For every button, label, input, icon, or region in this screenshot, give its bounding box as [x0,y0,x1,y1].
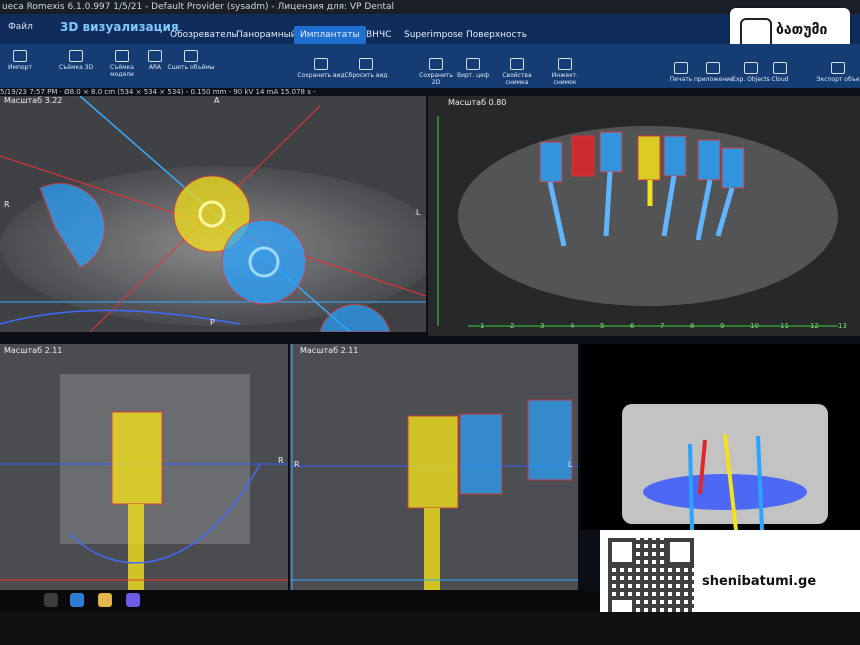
tab-superimpose[interactable]: Superimpose [398,26,469,44]
task-view-icon[interactable] [44,593,58,607]
cross1-scale-label: Масштаб 2.11 [4,346,63,355]
ruler-tick: 1 [480,322,485,330]
ruler-tick: 9 [720,322,725,330]
ruler-tick: 5 [600,322,605,330]
axial-scale-label: Масштаб 3.22 [4,96,63,105]
ruler-tick: 7 [660,322,665,330]
axial-marker-r: R [4,200,10,209]
brand-name: ბათუმი [776,22,828,38]
stitch-icon [184,50,198,62]
application-button[interactable]: приложение [694,62,734,83]
app-icon[interactable] [70,593,84,607]
panoramic-scale-label: Масштаб 0.80 [448,98,507,107]
ruler-tick: 3 [540,322,545,330]
export-objects-icon [744,62,758,74]
application-icon [706,62,720,74]
axial-view[interactable]: Масштаб 3.22 A R L P [0,96,426,332]
folder-icon[interactable] [98,593,112,607]
tab-implants[interactable]: Имплантаты [294,26,366,44]
panoramic-view[interactable]: Масштаб 0.80 1 2 3 4 5 6 7 8 9 10 11 12 … [428,96,860,336]
scan-info: 5/19/23 7:57 PM · Ø8.0 × 8.0 cm (534 × 5… [0,88,860,96]
image-properties-button[interactable]: Свойства снимка [490,58,544,86]
camera-icon [69,50,83,62]
cross-section-2-image [290,344,578,590]
print-button[interactable]: Печать [666,62,696,83]
3d-image [580,344,860,530]
qr-finder [666,538,694,566]
qr-finder [608,538,636,566]
capture-model-button[interactable]: Съёмка модели [100,50,144,78]
ruler-tick: 13 [838,322,847,330]
ruler-tick: 10 [750,322,759,330]
tab-panoramic[interactable]: Панорамный [230,26,303,44]
reset-view-button[interactable]: Сбросить вид [344,58,388,79]
tab-surface[interactable]: Поверхность [460,26,533,44]
axial-marker-a: A [214,96,220,105]
capture-3d-button[interactable]: Съёмка 3D [54,50,98,71]
taskbar [0,590,600,612]
tab-tmj[interactable]: ВНЧС [360,26,397,44]
save-view-icon [314,58,328,70]
toolbar: Импорт Съёмка 3D Съёмка модели ARA Сшить… [0,44,860,88]
file-menu[interactable]: Файл [8,22,33,32]
export-icon [831,62,845,74]
save-2d-icon [429,58,443,70]
romexis-icon[interactable] [126,593,140,607]
stitch-volumes-button[interactable]: Сшить объёмы [166,50,216,71]
printer-icon [674,62,688,74]
ceph-icon [466,58,480,70]
ruler-tick: 11 [780,322,789,330]
site-url: shenibatumi.ge [702,574,817,589]
cloud-button[interactable]: Cloud [768,62,792,83]
3d-view[interactable] [580,344,860,530]
properties-icon [510,58,524,70]
cross-section-1-image [0,344,288,590]
import-button[interactable]: Импорт [2,50,38,71]
ruler-tick: 12 [810,322,819,330]
ara-button[interactable]: ARA [145,50,165,71]
ruler-tick: 6 [630,322,635,330]
ruler-tick: 4 [570,322,575,330]
virtual-ceph-button[interactable]: Вирт. цеф [456,58,490,79]
panoramic-image [428,96,860,336]
model-icon [115,50,129,62]
monitor-bezel [0,612,860,645]
cross1-marker-r: R [278,456,284,465]
cross2-marker-l: L [568,460,573,469]
save-2d-button[interactable]: Сохранить 2D [414,58,458,86]
axial-marker-l: L [416,208,421,217]
export-objects-button[interactable]: Exp. Objects [732,62,770,83]
cross2-scale-label: Масштаб 2.11 [300,346,359,355]
cloud-icon [773,62,787,74]
save-view-button[interactable]: Сохранить вид [296,58,346,79]
cross2-marker-r: R [294,460,300,469]
inject-image-button[interactable]: Инжект. снимок [542,58,588,86]
ruler-tick: 2 [510,322,515,330]
mode-selector[interactable]: 3D визуализация [60,20,179,34]
ara-icon [148,50,162,62]
cross-section-view-2[interactable]: Масштаб 2.11 R L [290,344,578,590]
ruler-tick: 8 [690,322,695,330]
inject-icon [558,58,572,70]
axial-image [0,96,426,332]
cross-section-view-1[interactable]: Масштаб 2.11 R [0,344,288,590]
axial-marker-p: P [210,318,215,327]
export-volume-button[interactable]: Экспорт объе [816,62,860,83]
import-icon [13,50,27,62]
reset-icon [359,58,373,70]
window-title: ueca Romexis 6.1.0.997 1/5/21 - Default … [2,2,395,12]
